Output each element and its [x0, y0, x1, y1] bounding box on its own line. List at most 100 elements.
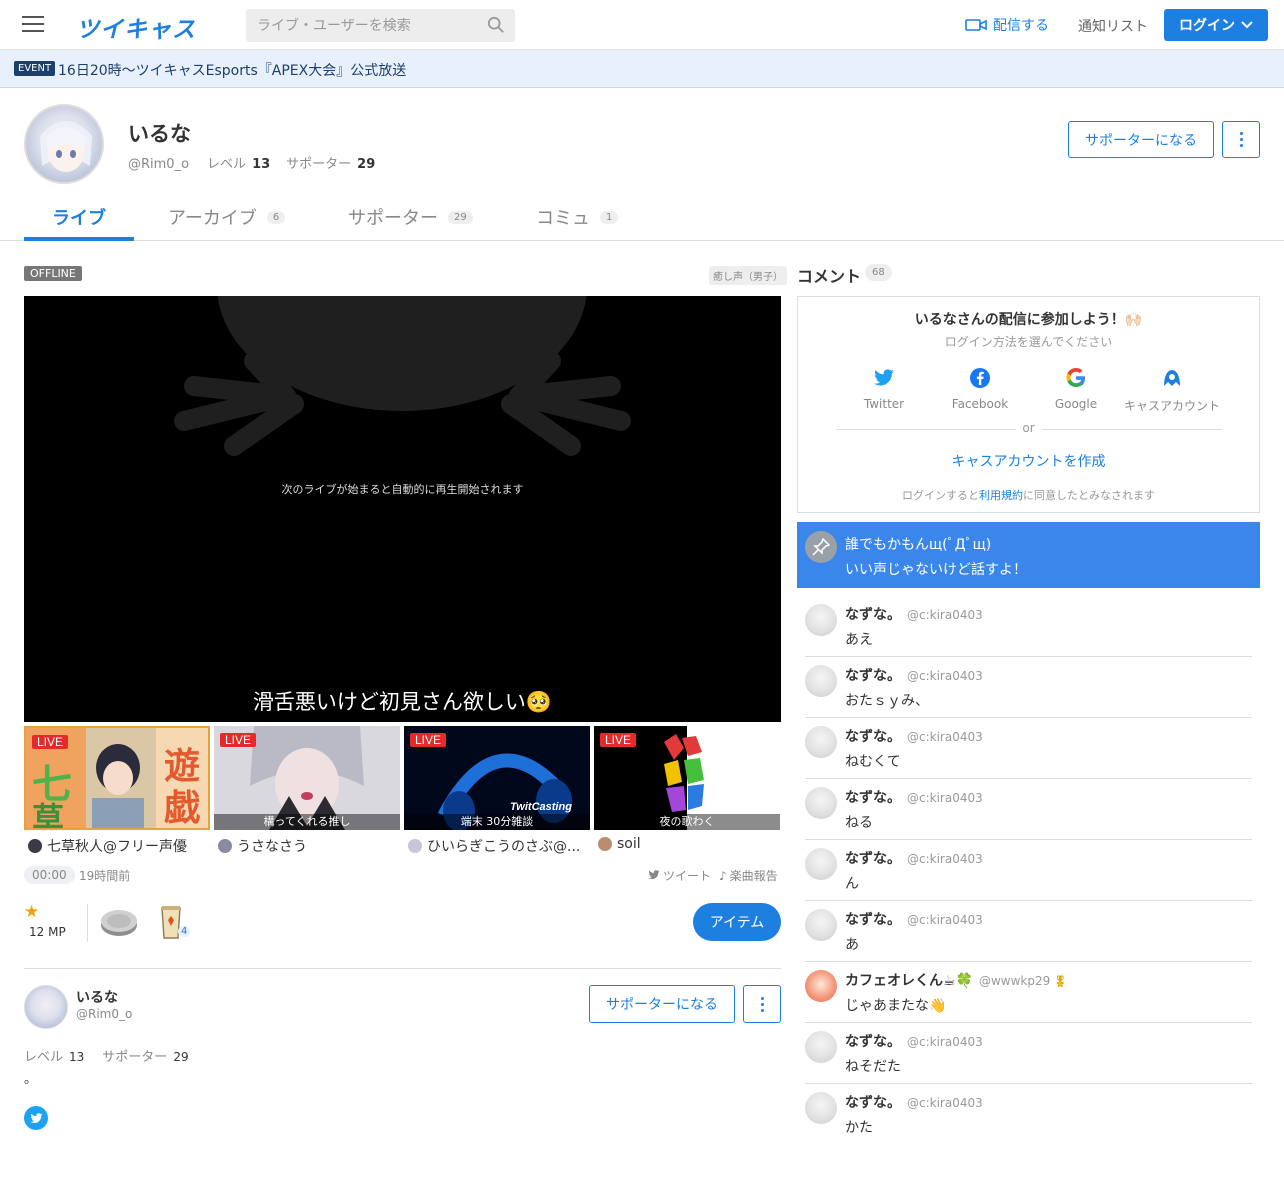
comment-text: ねそだた [845, 1059, 901, 1075]
profile-meta: @Rim0_o レベル 13 サポーター 29 [128, 153, 385, 172]
login-cas-account-button[interactable]: キャスアカウント [1124, 367, 1220, 414]
broadcast-button[interactable]: 配信する [965, 15, 1049, 35]
bio-handle: @Rim0_o [76, 1007, 133, 1021]
commenter-name[interactable]: なずな。 @c:kira0403 [845, 848, 983, 868]
divider [87, 904, 88, 942]
song-report-link[interactable]: ♪ 楽曲報告 [719, 867, 778, 884]
live-thumbnail[interactable]: LIVE 夜の歌わく [594, 726, 780, 830]
player-message: 次のライブが始まると自動的に再生開始されます [281, 483, 524, 496]
sns-label: Google [1054, 397, 1098, 411]
category-tag[interactable]: 癒し声（男子） [709, 266, 787, 285]
commenter-avatar[interactable] [805, 665, 837, 697]
commenter-name[interactable]: なずな。 @c:kira0403 [845, 604, 983, 624]
terms-notice: ログインすると利用規約に同意したとみなされます [798, 487, 1259, 503]
cup-item[interactable]: 4 [158, 902, 191, 940]
event-link[interactable]: 16日20時〜ツイキャスEsports『APEX大会』公式放送 [58, 60, 406, 80]
sns-label: キャスアカウント [1124, 399, 1221, 413]
commenter-handle: @c:kira0403 [907, 913, 983, 927]
login-facebook-button[interactable]: Facebook [932, 367, 1028, 411]
pinned-message: 誰でもかもんщ(ﾟДﾟщ) いい声じゃないけど話すよ！ [797, 522, 1260, 588]
thumbnail-user[interactable]: soil [598, 836, 784, 852]
name-text: なずな。 [845, 607, 901, 623]
live-thumbnail[interactable]: TwitCasting LIVE 端末 30分雑談 [404, 726, 590, 830]
login-button[interactable]: ログイン [1164, 9, 1268, 41]
tab-archive[interactable]: アーカイブ 6 [168, 204, 286, 230]
notification-list-link[interactable]: 通知リスト [1078, 16, 1148, 36]
tab-community[interactable]: コミュ 1 [536, 204, 619, 230]
comment-text: じゃあまたな👋 [845, 998, 947, 1014]
thumbnail-user[interactable]: うさなさう [218, 836, 404, 856]
name-text: なずな。 [845, 790, 901, 806]
tab-label: アーカイブ [168, 208, 257, 229]
last-live-time: 19時間前 [79, 869, 131, 883]
live-thumbnail[interactable]: LIVE 構ってくれる推し [214, 726, 400, 830]
profile-avatar[interactable] [24, 104, 104, 184]
commenter-name[interactable]: なずな。 @c:kira0403 [845, 726, 983, 746]
commenter-name[interactable]: カフェオレくん☕🍀 @wwwkp29 🎖 [845, 970, 1067, 990]
commenter-handle: @c:kira0403 [907, 1096, 983, 1110]
search-input[interactable] [246, 9, 476, 42]
hamburger-menu-icon[interactable] [22, 16, 44, 34]
thumbnail-user[interactable]: ひいらぎこうのさぶ@... [408, 836, 584, 856]
divider [1042, 429, 1222, 430]
commenter-name[interactable]: なずな。 @c:kira0403 [845, 665, 983, 685]
thumbnail-caption: 夜の歌わく [594, 814, 780, 830]
commenter-avatar[interactable] [805, 787, 837, 819]
commenter-avatar[interactable] [805, 909, 837, 941]
bio-avatar[interactable] [24, 985, 68, 1029]
commenter-name[interactable]: なずな。 @c:kira0403 [845, 909, 983, 929]
coin-item-icon[interactable] [99, 905, 139, 939]
commenter-avatar[interactable] [805, 726, 837, 758]
search-icon[interactable] [487, 16, 505, 34]
commenter-avatar[interactable] [805, 848, 837, 880]
terms-link[interactable]: 利用規約 [979, 489, 1023, 502]
twitter-link-icon[interactable] [24, 1106, 48, 1130]
user-name: 七草秋人@フリー声優 [47, 839, 187, 855]
comment-item: なずな。 @c:kira0403 ねむくて [805, 718, 1252, 779]
login-prompt-subtitle: ログイン方法を選んでください [944, 335, 1113, 349]
login-twitter-button[interactable]: Twitter [836, 367, 932, 411]
login-google-button[interactable]: Google [1028, 367, 1124, 411]
comment-text: おたｓｙみ、 [845, 693, 929, 709]
level-label: レベル [24, 1050, 64, 1065]
tab-live[interactable]: ライブ [52, 204, 106, 230]
name-text: なずな。 [845, 729, 901, 745]
commenter-avatar[interactable] [805, 604, 837, 636]
commenter-name[interactable]: なずな。 @c:kira0403 [845, 787, 983, 807]
search-box[interactable] [246, 9, 515, 42]
site-logo[interactable]: ツイキャス [76, 10, 196, 44]
sns-label: Facebook [951, 397, 1009, 411]
star-icon: ★ [24, 902, 40, 922]
more-options-button[interactable] [743, 985, 781, 1023]
commenter-avatar[interactable] [805, 1092, 837, 1124]
item-button[interactable]: アイテム [693, 903, 781, 941]
commenter-handle: @c:kira0403 [907, 791, 983, 805]
commenter-name[interactable]: なずな。 @c:kira0403 [845, 1092, 983, 1112]
user-name: soil [617, 836, 641, 852]
live-badge: LIVE [600, 733, 637, 747]
become-supporter-button[interactable]: サポーターになる [1068, 121, 1214, 158]
offline-badge: OFFLINE [24, 266, 82, 281]
comments-title: コメント [797, 267, 862, 286]
name-text: なずな。 [845, 912, 901, 928]
tab-supporters[interactable]: サポーター 29 [348, 204, 473, 230]
tab-count: 6 [266, 210, 286, 224]
live-title: 滑舌悪いけど初見さん欲しい🥺 [252, 690, 553, 714]
commenter-avatar[interactable] [805, 970, 837, 1002]
more-options-button[interactable] [1222, 121, 1260, 158]
video-player[interactable]: 次のライブが始まると自動的に再生開始されます 滑舌悪いけど初見さん欲しい🥺 [24, 296, 781, 722]
tweet-link[interactable]: ツイート [648, 867, 711, 884]
pinned-line: 誰でもかもんщ(ﾟДﾟщ) [845, 537, 992, 553]
live-thumbnail[interactable]: 七 草 遊 戯 LIVE [24, 726, 210, 830]
user-mini-avatar [218, 839, 232, 853]
thumbnail-user[interactable]: 七草秋人@フリー声優 [28, 836, 214, 856]
name-text: なずな。 [845, 1095, 901, 1111]
name-text: なずな。 [845, 851, 901, 867]
bio-name: いるな [76, 990, 118, 1006]
commenter-avatar[interactable] [805, 1031, 837, 1063]
commenter-name[interactable]: なずな。 @c:kira0403 [845, 1031, 983, 1051]
create-account-link[interactable]: キャスアカウントを作成 [798, 451, 1259, 471]
cas-account-icon [1164, 370, 1180, 386]
become-supporter-button[interactable]: サポーターになる [589, 985, 735, 1023]
tab-label: サポーター [348, 208, 438, 229]
